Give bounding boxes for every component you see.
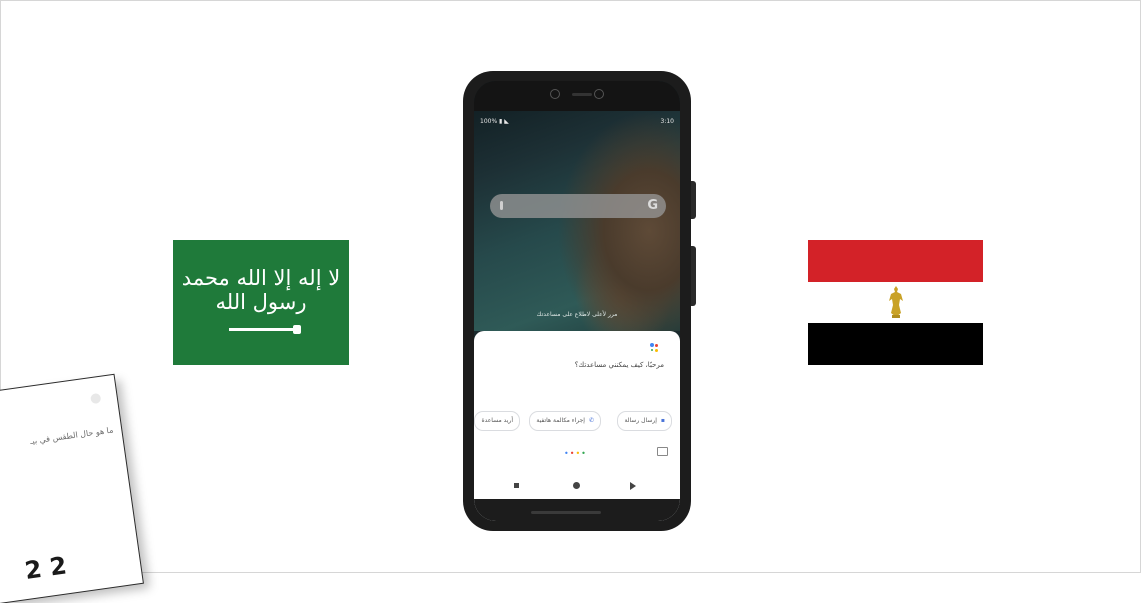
volume-button bbox=[691, 246, 696, 306]
flag-band-red bbox=[808, 240, 983, 282]
recent-apps-icon[interactable] bbox=[514, 483, 519, 488]
google-search-bar[interactable]: G bbox=[490, 194, 666, 218]
home-indicator bbox=[531, 511, 601, 514]
phone-screen: 100% ▮ ◣ 3:10 G مرر لأعلى لاطلاع على مسا… bbox=[474, 81, 680, 521]
google-logo-icon: G bbox=[647, 198, 658, 213]
saudi-flag: لا إله إلا الله محمد رسول الله bbox=[173, 240, 349, 365]
keyboard-icon[interactable] bbox=[657, 447, 668, 456]
sword-icon bbox=[229, 325, 301, 334]
phone-top-bezel bbox=[474, 81, 680, 111]
phone-device: 100% ▮ ◣ 3:10 G مرر لأعلى لاطلاع على مسا… bbox=[463, 71, 696, 531]
status-bar-left: 100% ▮ ◣ bbox=[480, 118, 509, 125]
speaker-grille bbox=[572, 93, 592, 96]
suggestion-chips: ▪إرسال رسالة ✆إجراء مكالمة هاتفية أريد م… bbox=[474, 411, 680, 431]
home-icon[interactable] bbox=[573, 482, 580, 489]
egypt-flag bbox=[808, 240, 983, 365]
card-big-text: 2 2 bbox=[23, 551, 69, 585]
card-question-text: ما هو حال الطقس في بيـ bbox=[29, 425, 114, 447]
chip-make-call[interactable]: ✆إجراء مكالمة هاتفية bbox=[529, 411, 601, 431]
card-corner-mark bbox=[90, 392, 102, 405]
back-icon[interactable] bbox=[630, 482, 636, 490]
front-camera-icon bbox=[594, 89, 604, 99]
mic-icon[interactable] bbox=[500, 201, 503, 210]
swipe-hint: مرر لأعلى لاطلاع على مساعدتك bbox=[536, 311, 618, 318]
flag-shahada-text: لا إله إلا الله محمد رسول الله bbox=[181, 266, 341, 314]
status-bar-time: 3:10 bbox=[660, 118, 674, 125]
power-button bbox=[691, 181, 696, 219]
assistant-logo-icon bbox=[650, 343, 660, 353]
front-camera-icon bbox=[550, 89, 560, 99]
phone-chin bbox=[474, 499, 680, 521]
eagle-of-saladin-icon bbox=[889, 286, 903, 318]
flag-band-black bbox=[808, 323, 983, 365]
assistant-panel: مرحبًا، كيف يمكنني مساعدتك؟ ▪إرسال رسالة… bbox=[474, 331, 680, 481]
message-icon: ▪ bbox=[660, 417, 665, 424]
chip-help[interactable]: أريد مساعدة bbox=[474, 411, 520, 431]
assistant-greeting: مرحبًا، كيف يمكنني مساعدتك؟ bbox=[574, 361, 664, 369]
assistant-listening-dots[interactable]: •••• bbox=[564, 449, 587, 458]
chip-send-message[interactable]: ▪إرسال رسالة bbox=[617, 411, 672, 431]
phone-icon: ✆ bbox=[588, 417, 594, 424]
